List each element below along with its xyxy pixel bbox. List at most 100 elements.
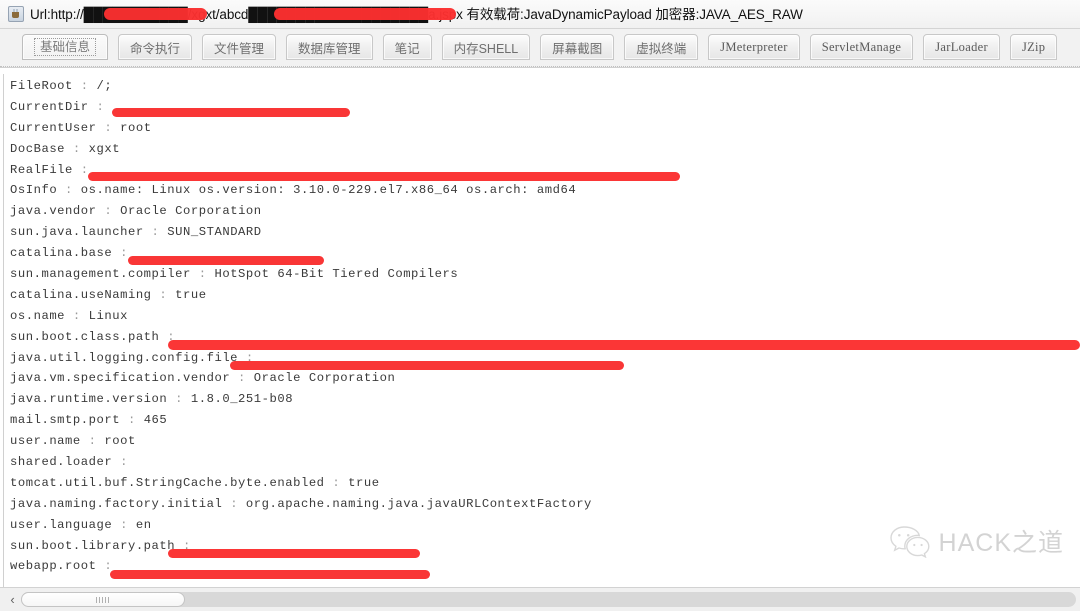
property-value: 465: [143, 413, 168, 428]
property-value: true: [348, 475, 380, 490]
window-titlebar: Url:http://███████████/xgxt/abcd████████…: [0, 0, 1080, 29]
property-row: catalina.useNaming : true: [10, 285, 1080, 306]
tab-4[interactable]: 数据库管理: [286, 34, 373, 60]
property-separator: :: [72, 162, 89, 177]
tab-7[interactable]: 屏幕截图: [540, 34, 615, 60]
tab-label: 内存SHELL: [453, 41, 519, 56]
scrollbar-thumb[interactable]: [21, 592, 185, 607]
tab-label: 屏幕截图: [552, 41, 603, 56]
property-row: RealFile :: [10, 160, 1080, 181]
property-row: mail.smtp.port : 465: [10, 410, 1080, 431]
property-key: sun.java.launcher: [10, 225, 144, 240]
property-key: CurrentDir: [10, 99, 89, 114]
property-key: user.language: [10, 517, 113, 532]
tab-label: 文件管理: [214, 41, 265, 56]
java-app-icon: [8, 6, 24, 22]
property-row: java.naming.factory.initial : org.apache…: [10, 494, 1080, 515]
property-value: /;: [96, 79, 113, 93]
scrollbar-track[interactable]: [21, 592, 1076, 607]
property-value: en: [135, 517, 152, 532]
property-row: CurrentUser : root: [10, 118, 1080, 139]
property-value: root: [104, 434, 136, 449]
tab-label: 数据库管理: [298, 41, 361, 56]
tab-9[interactable]: JMeterpreter: [708, 34, 800, 60]
property-key: java.vendor: [10, 204, 97, 219]
property-key: OsInfo: [10, 183, 58, 198]
property-key: sun.boot.class.path: [10, 329, 160, 344]
property-row: user.name : root: [10, 431, 1080, 452]
property-separator: :: [238, 350, 254, 365]
property-value: SUN_STANDARD: [167, 225, 262, 240]
property-row: java.vm.specification.vendor : Oracle Co…: [10, 368, 1080, 389]
property-row: OsInfo : os.name: Linux os.version: 3.10…: [10, 180, 1080, 201]
tab-label: 虚拟终端: [636, 41, 687, 56]
tab-label: JMeterpreter: [720, 39, 788, 54]
property-value: root: [120, 120, 152, 135]
property-key: catalina.base: [10, 246, 113, 261]
property-separator: :: [96, 204, 121, 219]
property-value: true: [175, 287, 207, 302]
property-row: FileRoot : /;: [10, 76, 1080, 97]
property-separator: :: [159, 329, 176, 344]
tab-10[interactable]: ServletManage: [809, 34, 914, 60]
tab-5[interactable]: 笔记: [382, 34, 432, 60]
tab-2[interactable]: 命令执行: [118, 34, 193, 60]
tab-1[interactable]: 基础信息: [22, 34, 109, 60]
property-value: org.apache.naming.java.javaURLContextFac…: [245, 496, 592, 511]
property-row: java.runtime.version : 1.8.0_251-b08: [10, 389, 1080, 410]
property-row: sun.boot.class.path :: [10, 327, 1080, 348]
property-row: java.vendor : Oracle Corporation: [10, 201, 1080, 222]
property-separator: :: [222, 496, 246, 511]
property-separator: :: [324, 475, 349, 490]
property-separator: :: [175, 538, 191, 553]
property-value: os.name: Linux os.version: 3.10.0-229.el…: [80, 183, 577, 198]
property-value: Linux: [88, 308, 128, 323]
property-key: CurrentUser: [10, 120, 97, 135]
property-row: sun.boot.library.path :: [10, 536, 1080, 557]
property-separator: :: [72, 79, 97, 93]
property-row: user.language : en: [10, 515, 1080, 536]
property-key: java.vm.specification.vendor: [10, 371, 231, 386]
property-key: DocBase: [10, 141, 66, 156]
beichuang-webshell-window: Url:http://███████████/xgxt/abcd████████…: [0, 0, 1080, 611]
property-separator: :: [65, 141, 89, 156]
property-row: catalina.base :: [10, 243, 1080, 264]
property-key: FileRoot: [10, 79, 73, 93]
property-key: java.runtime.version: [10, 392, 168, 407]
horizontal-scrollbar[interactable]: ‹: [0, 587, 1080, 611]
tab-label: 基础信息: [34, 37, 97, 57]
scroll-left-arrow-icon[interactable]: ‹: [4, 591, 21, 608]
property-separator: :: [120, 413, 144, 428]
property-row: sun.management.compiler : HotSpot 64-Bit…: [10, 264, 1080, 285]
property-row: sun.java.launcher : SUN_STANDARD: [10, 222, 1080, 243]
property-separator: :: [57, 183, 81, 198]
property-key: sun.management.compiler: [10, 267, 191, 282]
property-row: java.util.logging.config.file :: [10, 348, 1080, 369]
tab-8[interactable]: 虚拟终端: [624, 34, 699, 60]
property-value: Oracle Corporation: [120, 204, 262, 219]
property-key: mail.smtp.port: [10, 413, 121, 428]
property-key: tomcat.util.buf.StringCache.byte.enabled: [10, 475, 325, 490]
tab-3[interactable]: 文件管理: [202, 34, 277, 60]
property-row: shared.loader :: [10, 452, 1080, 473]
property-row: DocBase : xgxt: [10, 139, 1080, 160]
tab-11[interactable]: JarLoader: [923, 34, 1000, 60]
system-properties-list: FileRoot : /; CurrentDir : CurrentUser : …: [10, 76, 1080, 587]
property-separator: :: [230, 371, 254, 386]
property-key: user.name: [10, 434, 81, 449]
property-row: tomcat.util.buf.StringCache.byte.enabled…: [10, 473, 1080, 494]
property-separator: :: [96, 120, 121, 135]
property-row: CurrentDir :: [10, 97, 1080, 118]
tab-label: JarLoader: [935, 39, 988, 54]
tab-label: 命令执行: [130, 41, 181, 56]
tab-label: JZip: [1021, 39, 1046, 54]
property-key: catalina.useNaming: [10, 287, 152, 302]
tab-bar: 基础信息 命令执行 文件管理 数据库管理 笔记 内存SHELL 屏幕截图 虚拟终端 JMeter…: [0, 29, 1080, 67]
tab-6[interactable]: 内存SHELL: [441, 34, 531, 60]
property-separator: :: [143, 225, 168, 240]
property-row: webapp.root :: [10, 556, 1080, 577]
property-key: java.util.logging.config.file: [10, 350, 239, 365]
tab-12[interactable]: JZip: [1009, 34, 1058, 60]
property-value: HotSpot 64-Bit Tiered Compilers: [214, 267, 459, 282]
property-separator: :: [167, 392, 191, 407]
